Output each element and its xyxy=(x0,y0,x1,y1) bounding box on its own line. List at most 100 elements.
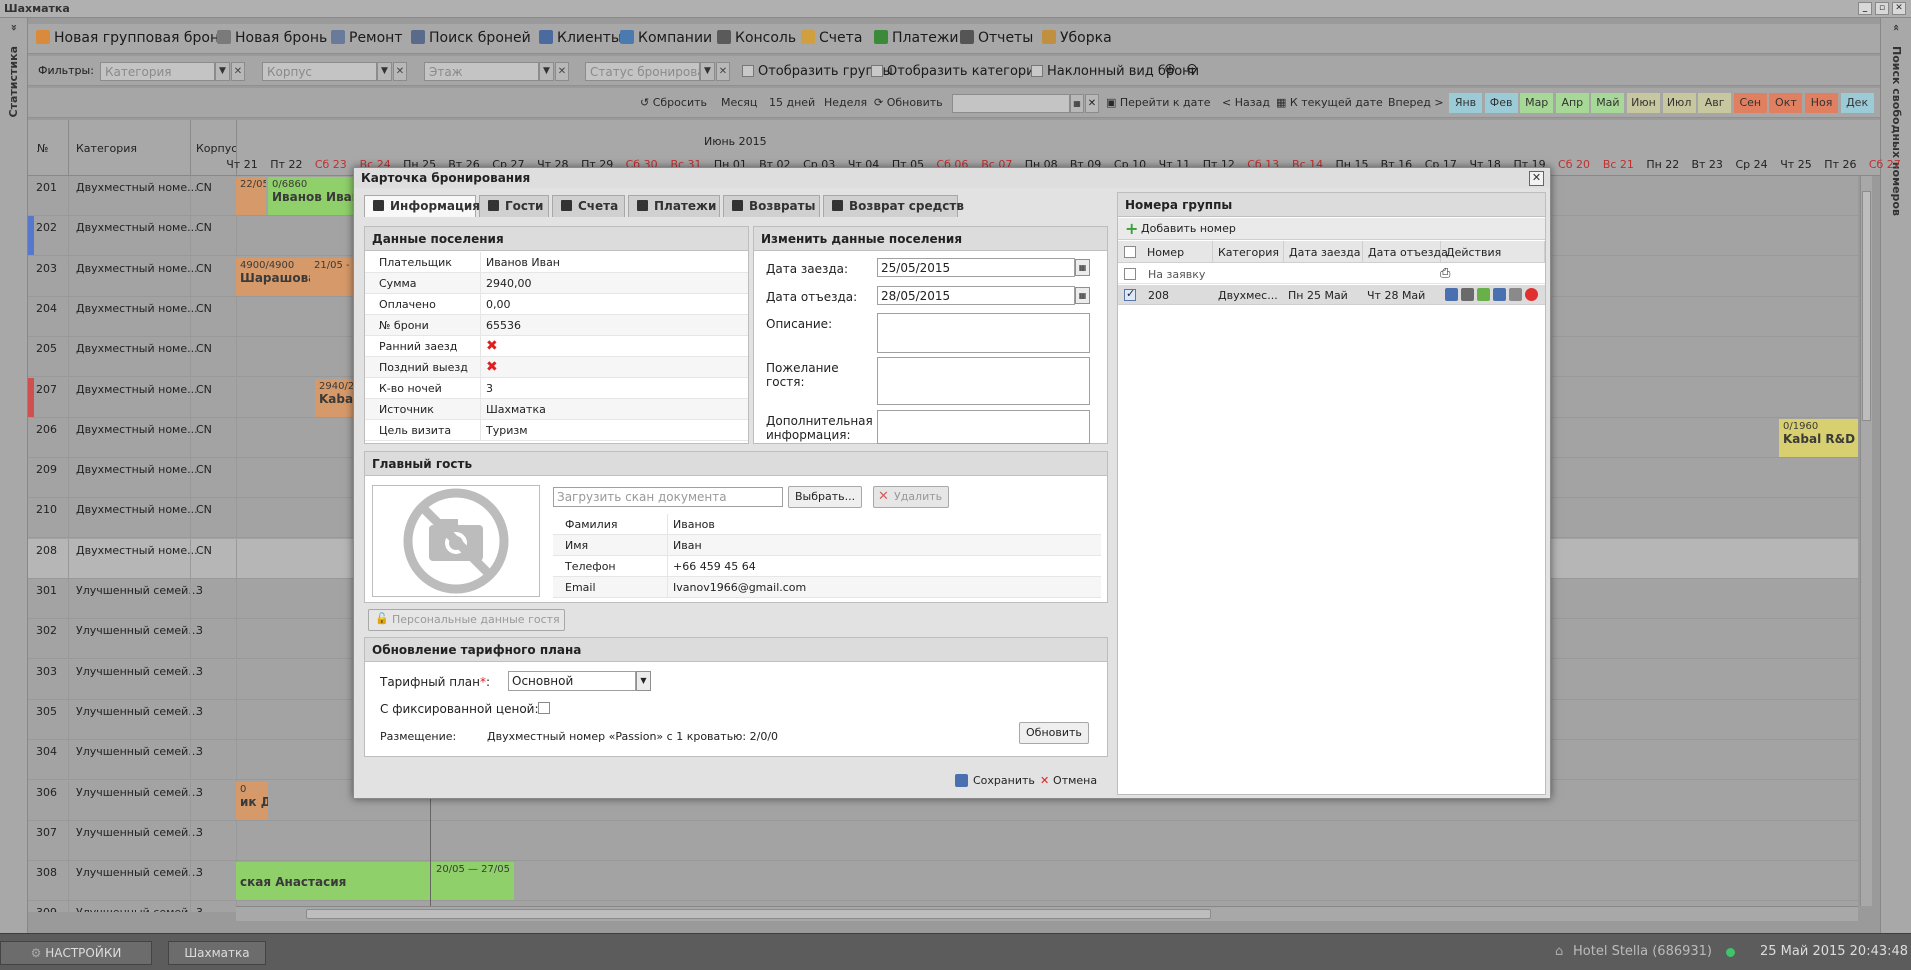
calendar-icon[interactable]: ▦ xyxy=(1075,287,1090,304)
close-icon[interactable]: ✕ xyxy=(1529,171,1544,186)
month-button[interactable]: Янв xyxy=(1449,93,1482,113)
guests-icon[interactable] xyxy=(1493,288,1506,301)
floor-filter[interactable]: Этаж xyxy=(424,62,539,81)
refresh-button[interactable]: ⟳ Обновить xyxy=(874,96,943,109)
extra-textarea[interactable] xyxy=(877,410,1090,444)
free-rooms-search-label[interactable]: Поиск свободных номеров xyxy=(1890,46,1903,216)
statistics-label[interactable]: Статистика xyxy=(7,46,20,117)
menu-item-6[interactable]: Консоль xyxy=(717,30,796,46)
list-icon[interactable] xyxy=(1461,288,1474,301)
month-button[interactable]: Мар xyxy=(1520,93,1554,113)
menu-item-4[interactable]: Клиенты xyxy=(539,30,622,46)
fixed-price-checkbox[interactable] xyxy=(538,702,550,714)
booking-block[interactable]: 0/1960 Kabal R&D xyxy=(1779,418,1858,457)
month-button[interactable]: Дек xyxy=(1840,93,1874,113)
reset-button[interactable]: ↺ Сбросить xyxy=(640,96,707,109)
tab-4[interactable]: Возвраты xyxy=(723,195,820,217)
back-button[interactable]: < Назад xyxy=(1222,96,1270,109)
calendar-icon[interactable]: ▦ xyxy=(1070,94,1084,113)
checkout-input[interactable]: 28/05/2015 xyxy=(877,286,1075,305)
description-textarea[interactable] xyxy=(877,313,1090,353)
days15-view-button[interactable]: 15 дней xyxy=(769,96,815,109)
chevron-down-icon[interactable]: ▼ xyxy=(636,671,651,691)
check-icon[interactable] xyxy=(1477,288,1490,301)
plus-icon[interactable]: + xyxy=(1125,219,1138,238)
table-row[interactable]: На заявку ⎙ xyxy=(1118,264,1545,284)
tab-0[interactable]: Информация xyxy=(364,195,480,217)
wish-textarea[interactable] xyxy=(877,357,1090,405)
tilted-view-checkbox[interactable] xyxy=(1031,65,1043,77)
update-tariff-button[interactable]: Обновить xyxy=(1019,722,1089,744)
today-button[interactable]: ▦ К текущей дате xyxy=(1276,96,1383,109)
menu-item-7[interactable]: Счета xyxy=(801,30,862,46)
zoom-in-icon[interactable]: ⊕ xyxy=(1164,61,1176,77)
month-button[interactable]: Апр xyxy=(1555,93,1589,113)
building-filter[interactable]: Корпус xyxy=(262,62,377,81)
checkin-input[interactable]: 25/05/2015 xyxy=(877,258,1075,277)
close-window-icon[interactable]: ✕ xyxy=(1892,2,1906,15)
right-sidebar[interactable]: « Поиск свободных номеров xyxy=(1880,18,1911,933)
menu-item-9[interactable]: Отчеты xyxy=(960,30,1033,46)
month-view-button[interactable]: Месяц xyxy=(721,96,757,109)
month-button[interactable]: Июл xyxy=(1662,93,1696,113)
scroll-thumb[interactable] xyxy=(1862,191,1871,421)
status-filter[interactable]: Статус бронирован xyxy=(585,62,700,81)
group-col-header[interactable]: Категория xyxy=(1213,241,1284,263)
menu-item-5[interactable]: Компании xyxy=(620,30,712,46)
menu-item-3[interactable]: Поиск броней xyxy=(411,30,531,46)
month-button[interactable]: Ноя xyxy=(1805,93,1838,113)
row-checkbox[interactable] xyxy=(1124,268,1136,280)
tab-5[interactable]: Возврат средств xyxy=(823,195,964,217)
zoom-out-icon[interactable]: ⊖ xyxy=(1186,61,1198,77)
tab-1[interactable]: Гости xyxy=(479,195,549,217)
show-categories-checkbox[interactable] xyxy=(871,65,883,77)
month-button[interactable]: Сен xyxy=(1733,93,1767,113)
clear-icon[interactable]: ✕ xyxy=(393,62,407,81)
remove-icon[interactable] xyxy=(1525,288,1538,301)
menu-item-0[interactable]: Новая групповая бронь xyxy=(36,30,227,46)
personal-data-button[interactable]: 🔓 Персональные данные гостя xyxy=(368,609,565,631)
minimize-icon[interactable]: _ xyxy=(1858,2,1872,15)
table-row[interactable]: 208 Двухмес... Пн 25 Май Чт 28 Май xyxy=(1118,285,1545,305)
booking-block[interactable]: 20/05 — 27/05 ская Анастасия xyxy=(236,862,514,901)
menu-item-8[interactable]: Платежи xyxy=(874,30,959,46)
clear-icon[interactable]: ✕ xyxy=(231,62,245,81)
settings-button[interactable]: ⚙ НАСТРОЙКИ xyxy=(0,941,152,965)
month-button[interactable]: Июн xyxy=(1627,93,1660,113)
group-col-header[interactable]: Дата отъезда xyxy=(1363,241,1448,263)
select-all-checkbox[interactable] xyxy=(1124,246,1136,258)
show-groups-checkbox[interactable] xyxy=(742,65,754,77)
menu-item-2[interactable]: Ремонт xyxy=(331,30,403,46)
tab-2[interactable]: Счета xyxy=(552,195,625,217)
goto-date-button[interactable]: ▣ Перейти к дате xyxy=(1106,96,1211,109)
tab-3[interactable]: Платежи xyxy=(628,195,720,217)
group-col-header[interactable]: Номер xyxy=(1142,241,1213,263)
chevron-down-icon[interactable]: ▼ xyxy=(700,62,715,81)
goto-date-input[interactable] xyxy=(952,94,1070,113)
chevron-down-icon[interactable]: ▼ xyxy=(377,62,392,81)
chess-task-button[interactable]: Шахматка xyxy=(168,941,266,965)
clear-icon[interactable]: ✕ xyxy=(716,62,730,81)
row-checkbox[interactable] xyxy=(1124,287,1136,301)
month-button[interactable]: Май xyxy=(1591,93,1625,113)
horizontal-scrollbar[interactable] xyxy=(236,906,1858,921)
cancel-button[interactable]: ✕ Отмена xyxy=(1040,774,1097,787)
month-button[interactable]: Авг xyxy=(1698,93,1732,113)
menu-item-10[interactable]: Уборка xyxy=(1042,30,1112,46)
menu-item-1[interactable]: Новая бронь xyxy=(217,30,327,46)
calendar-icon[interactable]: ▦ xyxy=(1075,259,1090,276)
month-button[interactable]: Окт xyxy=(1769,93,1803,113)
chevron-down-icon[interactable]: ▼ xyxy=(539,62,554,81)
table-row[interactable]: 307 Улучшенный семей... 3 xyxy=(28,820,1858,861)
choose-file-button[interactable]: Выбрать... xyxy=(788,486,863,508)
booking-block[interactable]: 0 ик Д xyxy=(236,781,268,820)
expand-right-icon[interactable]: « xyxy=(1890,24,1903,31)
month-button[interactable]: Фев xyxy=(1484,93,1518,113)
booking-block[interactable]: 22/05 xyxy=(236,177,266,215)
save-button[interactable]: Сохранить xyxy=(955,774,1035,787)
guest-icon[interactable] xyxy=(1445,288,1458,301)
left-sidebar[interactable]: « Статистика xyxy=(0,18,28,933)
expand-left-icon[interactable]: « xyxy=(7,24,20,31)
category-filter[interactable]: Категория xyxy=(100,62,215,81)
printer-icon[interactable]: ⎙ xyxy=(1440,266,1450,281)
